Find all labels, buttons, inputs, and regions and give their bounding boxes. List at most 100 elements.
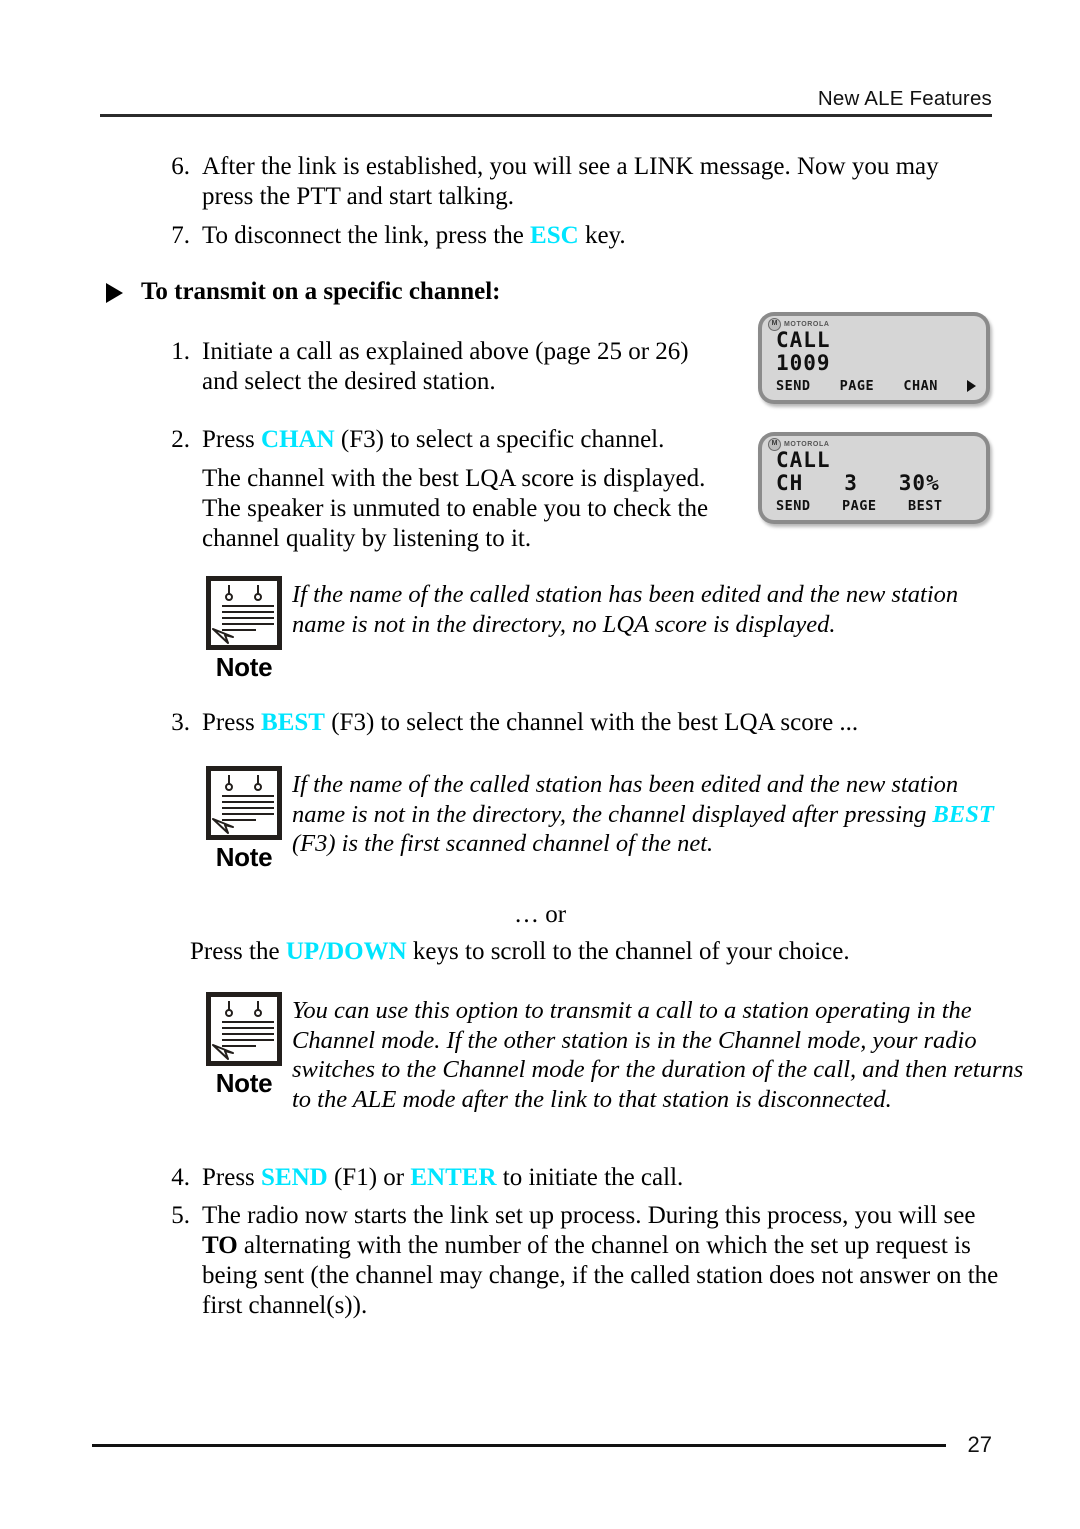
note-pad-icon xyxy=(206,992,282,1066)
step-text-after: key. xyxy=(578,222,626,249)
motorola-logo: M MOTOROLA xyxy=(768,438,830,451)
note-pin-icon xyxy=(254,775,262,791)
lcd-line-1: CALL xyxy=(776,328,831,352)
step-text-before: Press xyxy=(202,709,262,736)
document-page: New ALE Features 6. After the link is es… xyxy=(0,0,1080,1529)
page-footer: 27 xyxy=(92,1432,992,1458)
motorola-wordmark: MOTOROLA xyxy=(784,441,830,448)
lcd-softkey-row: SEND PAGE CHAN xyxy=(776,378,977,394)
step-text-after: (F3) to select a specific channel. xyxy=(334,426,665,453)
lcd-line-1: CALL xyxy=(776,448,831,472)
note-block-3: Note You can use this option to transmit… xyxy=(196,992,1026,1114)
lcd-line-2: CH 3 30% xyxy=(776,471,940,495)
step-number: 3. xyxy=(171,709,190,736)
motorola-logo: M MOTOROLA xyxy=(768,318,830,331)
note-text: If the name of the called station has be… xyxy=(292,766,1006,859)
section-heading: To transmit on a specific channel: xyxy=(106,278,501,306)
header-rule xyxy=(100,113,992,117)
lcd-display-call-1009: M MOTOROLA CALL 1009 SEND PAGE CHAN xyxy=(758,312,990,404)
key-label-enter: ENTER xyxy=(410,1164,497,1191)
note-text: You can use this option to transmit a ca… xyxy=(292,997,1024,1113)
step-text-before: To disconnect the link, press the xyxy=(202,222,531,249)
key-label-esc: ESC xyxy=(530,222,579,249)
note-label: Note xyxy=(215,652,273,682)
list-item-step-1: 1. Initiate a call as explained above (p… xyxy=(150,337,710,397)
note-pin-icon xyxy=(225,775,233,791)
motorola-wordmark: MOTOROLA xyxy=(784,321,830,328)
scroll-text-before: Press the xyxy=(190,938,286,965)
list-item-step-4: 4. Press SEND (F1) or ENTER to initiate … xyxy=(150,1163,950,1193)
softkey-f1[interactable]: SEND xyxy=(776,498,842,514)
key-label-up: UP xyxy=(285,938,320,965)
scroll-instruction: Press the UP/DOWN keys to scroll to the … xyxy=(190,937,1010,967)
note-text: If the name of the called station has be… xyxy=(292,581,959,638)
step-text-mid: (F1) or xyxy=(327,1164,411,1191)
running-header: New ALE Features xyxy=(100,88,992,117)
softkey-f3[interactable]: BEST xyxy=(908,498,974,514)
emphasis-to: TO xyxy=(202,1232,238,1259)
header-title: New ALE Features xyxy=(817,87,992,110)
list-item-step-2: 2. Press CHAN (F3) to select a specific … xyxy=(150,425,730,455)
motorola-m-icon: M xyxy=(768,318,781,331)
softkey-f3[interactable]: CHAN xyxy=(903,378,967,394)
key-label-chan: CHAN xyxy=(261,426,335,453)
step-text: Press SEND (F1) or ENTER to initiate the… xyxy=(202,1163,683,1193)
note-text-before: If the name of the called station has be… xyxy=(292,771,959,828)
note-pin-icon xyxy=(225,1001,233,1017)
softkey-f2[interactable]: PAGE xyxy=(842,498,908,514)
step-number: 5. xyxy=(171,1202,190,1229)
step-number: 4. xyxy=(171,1164,190,1191)
note-pin-icon xyxy=(254,585,262,601)
key-label-send: SEND xyxy=(261,1164,328,1191)
note-pad-icon xyxy=(206,576,282,650)
lcd-line-2: 1009 xyxy=(776,351,831,375)
note-pin-icon xyxy=(254,1001,262,1017)
note-block-2: Note If the name of the called station h… xyxy=(196,766,1006,872)
note-icon-group: Note xyxy=(196,766,292,872)
step-number: 7. xyxy=(171,222,190,249)
step-text-after: (F3) to select the channel with the best… xyxy=(324,709,859,736)
step-number: 6. xyxy=(171,153,190,180)
note-label: Note xyxy=(215,1068,273,1098)
step-2-body-paragraph: The channel with the best LQA score is d… xyxy=(202,465,709,552)
arrow-bullet-icon xyxy=(106,283,123,303)
list-item-step-7: 7. To disconnect the link, press the ESC… xyxy=(150,221,970,251)
section-heading-text: To transmit on a specific channel: xyxy=(141,278,501,305)
note-label: Note xyxy=(215,842,273,872)
step-text-a: The radio now starts the link set up pro… xyxy=(202,1202,976,1229)
lcd-display-call-ch3: M MOTOROLA CALL CH 3 30% SEND PAGE BEST xyxy=(758,432,990,524)
list-item-step-6: 6. After the link is established, you wi… xyxy=(150,152,970,212)
note-text-after: (F3) is the first scanned channel of the… xyxy=(292,830,714,857)
note-pad-icon xyxy=(206,766,282,840)
step-text: Initiate a call as explained above (page… xyxy=(202,338,689,395)
key-label-best: BEST xyxy=(261,709,325,736)
step-text: To disconnect the link, press the ESC ke… xyxy=(202,221,626,251)
page-number: 27 xyxy=(967,1432,992,1457)
step-text: Press CHAN (F3) to select a specific cha… xyxy=(202,425,664,455)
key-label-best: BEST xyxy=(932,800,994,828)
note-folded-corner-icon xyxy=(212,1034,238,1060)
step-text: The radio now starts the link set up pro… xyxy=(202,1201,1000,1321)
softkey-f2[interactable]: PAGE xyxy=(840,378,904,394)
note-pin-icon xyxy=(225,585,233,601)
lcd-softkey-row: SEND PAGE BEST xyxy=(776,498,976,514)
lcd-screen: M MOTOROLA CALL CH 3 30% SEND PAGE BEST xyxy=(762,436,986,520)
lcd-screen: M MOTOROLA CALL 1009 SEND PAGE CHAN xyxy=(762,316,986,400)
list-item-step-3: 3. Press BEST (F3) to select the channel… xyxy=(150,708,1010,738)
softkey-f1[interactable]: SEND xyxy=(776,378,840,394)
scroll-text-after: keys to scroll to the channel of your ch… xyxy=(406,938,850,965)
step-text-b: alternating with the number of the chann… xyxy=(202,1232,999,1319)
step-number: 2. xyxy=(171,426,190,453)
note-folded-corner-icon xyxy=(212,618,238,644)
note-icon-group: Note xyxy=(196,992,292,1098)
step-text: After the link is established, you will … xyxy=(202,153,939,210)
step-number: 1. xyxy=(171,338,190,365)
note-block-1: Note If the name of the called station h… xyxy=(196,576,996,682)
note-folded-corner-icon xyxy=(212,808,238,834)
note-icon-group: Note xyxy=(196,576,292,682)
step-text-before: Press xyxy=(202,426,262,453)
step-text: Press BEST (F3) to select the channel wi… xyxy=(202,708,858,738)
key-label-down: DOWN xyxy=(326,938,407,965)
more-arrow-icon[interactable] xyxy=(967,380,977,392)
step-text-before: Press xyxy=(202,1164,262,1191)
